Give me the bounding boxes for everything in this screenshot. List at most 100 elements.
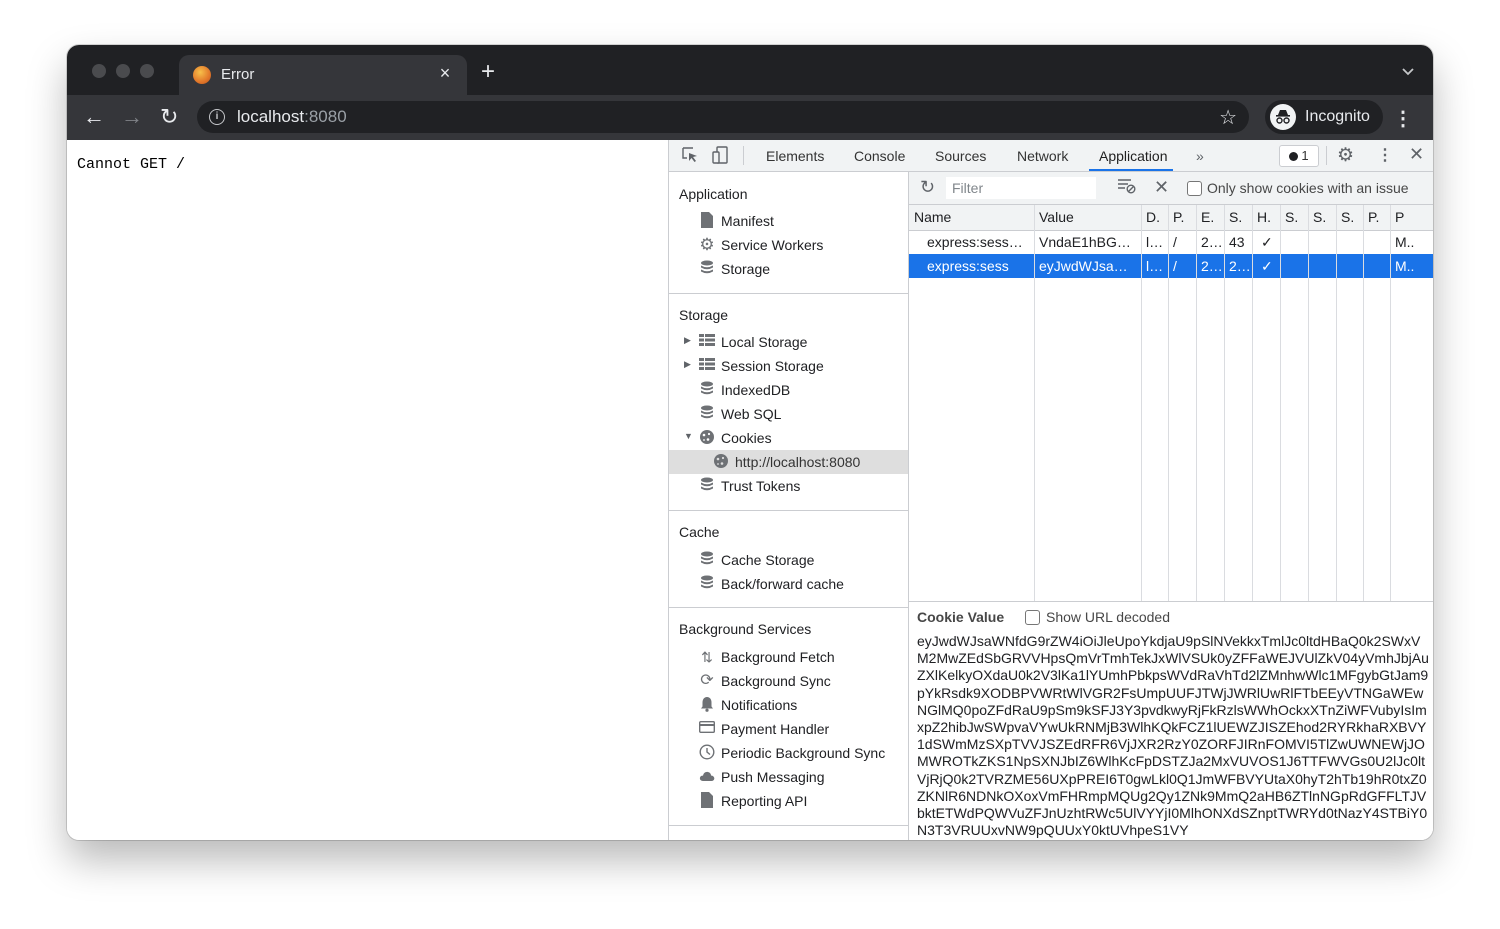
cell-httponly: ✓ bbox=[1261, 258, 1273, 274]
cookie-value-pane: Cookie Value Show URL decoded eyJwdWJsaW… bbox=[909, 601, 1433, 840]
table-row-selected[interactable]: express:sess eyJwdWJsa… l… / 2… 2… ✓ M.. bbox=[909, 254, 1433, 278]
column-divider[interactable] bbox=[1252, 205, 1253, 601]
sidebar-item-label: Session Storage bbox=[721, 358, 824, 374]
tab-application[interactable]: Application bbox=[1099, 148, 1168, 164]
cookie-icon bbox=[698, 429, 716, 447]
column-header-expires[interactable]: E. bbox=[1196, 205, 1224, 229]
sidebar-item-label: Trust Tokens bbox=[721, 478, 801, 494]
sidebar-item-local-storage[interactable]: ▶ Local Storage bbox=[669, 330, 908, 354]
section-title-storage: Storage bbox=[679, 307, 729, 323]
sidebar-item-indexeddb[interactable]: IndexedDB bbox=[669, 378, 908, 402]
sidebar-item-background-fetch[interactable]: ⇅ Background Fetch bbox=[669, 645, 908, 669]
site-info-icon[interactable]: i bbox=[209, 109, 225, 125]
column-divider[interactable] bbox=[1363, 205, 1364, 601]
browser-menu-icon[interactable]: ⋮ bbox=[1393, 106, 1413, 131]
column-divider[interactable] bbox=[1168, 205, 1169, 601]
settings-gear-icon[interactable]: ⚙ bbox=[1337, 144, 1354, 167]
sidebar-item-trust-tokens[interactable]: Trust Tokens bbox=[669, 474, 908, 498]
issues-count: 1 bbox=[1301, 148, 1309, 163]
sidebar-item-cookies[interactable]: ▼ Cookies bbox=[669, 426, 908, 450]
close-window-button[interactable] bbox=[92, 64, 106, 78]
column-divider[interactable] bbox=[1308, 205, 1309, 601]
inspect-element-icon[interactable] bbox=[681, 146, 699, 169]
cell-value: eyJwdWJsa… bbox=[1039, 258, 1128, 274]
cookie-value-text[interactable]: eyJwdWJsaWNfdG9rZW4iOiJleUpoYkdjaU9pSlNV… bbox=[917, 633, 1432, 839]
favicon-icon bbox=[193, 66, 211, 84]
more-tabs-button[interactable]: » bbox=[1196, 148, 1204, 164]
tab-console[interactable]: Console bbox=[854, 148, 905, 164]
column-header-secure[interactable]: S. bbox=[1280, 205, 1308, 229]
forward-arrow-icon[interactable]: → bbox=[121, 105, 143, 129]
bookmark-star-icon[interactable]: ☆ bbox=[1219, 105, 1237, 130]
sidebar-item-session-storage[interactable]: ▶ Session Storage bbox=[669, 354, 908, 378]
sidebar-item-push-messaging[interactable]: Push Messaging bbox=[669, 765, 908, 789]
column-header-partition-key[interactable]: P. bbox=[1363, 205, 1390, 229]
database-icon bbox=[698, 477, 716, 495]
sidebar-item-label: Storage bbox=[721, 261, 771, 277]
database-icon bbox=[698, 260, 716, 278]
column-header-domain[interactable]: D. bbox=[1141, 205, 1168, 229]
credit-card-icon bbox=[698, 720, 716, 738]
clear-all-cookies-icon[interactable]: ✕ bbox=[1154, 177, 1169, 198]
minimize-window-button[interactable] bbox=[116, 64, 130, 78]
sidebar-item-manifest[interactable]: Manifest bbox=[669, 209, 908, 233]
column-header-name[interactable]: Name bbox=[909, 205, 1034, 229]
tab-network[interactable]: Network bbox=[1017, 148, 1068, 164]
expand-arrow-icon[interactable]: ▶ bbox=[684, 335, 691, 346]
sidebar-item-cookie-origin[interactable]: http://localhost:8080 bbox=[669, 450, 908, 474]
tab-elements[interactable]: Elements bbox=[766, 148, 824, 164]
sidebar-item-payment-handler[interactable]: Payment Handler bbox=[669, 717, 908, 741]
column-divider[interactable] bbox=[1336, 205, 1337, 601]
sidebar-item-storage[interactable]: Storage bbox=[669, 257, 908, 281]
sidebar-item-label: Cache Storage bbox=[721, 552, 815, 568]
sidebar-item-label: Back/forward cache bbox=[721, 576, 844, 592]
sidebar-item-background-sync[interactable]: ⟳ Background Sync bbox=[669, 669, 908, 693]
incognito-profile-button[interactable]: Incognito bbox=[1265, 100, 1383, 134]
close-devtools-icon[interactable]: ✕ bbox=[1409, 144, 1424, 165]
sidebar-item-web-sql[interactable]: Web SQL bbox=[669, 402, 908, 426]
database-icon bbox=[698, 381, 716, 399]
sidebar-item-label: Reporting API bbox=[721, 793, 808, 809]
sidebar-item-periodic-background-sync[interactable]: Periodic Background Sync bbox=[669, 741, 908, 765]
sidebar-item-service-workers[interactable]: ⚙ Service Workers bbox=[669, 233, 908, 257]
column-divider[interactable] bbox=[1141, 205, 1142, 601]
table-row[interactable]: express:sess… VndaE1hBG… l… / 2… 43 ✓ M.… bbox=[909, 230, 1433, 254]
new-tab-button[interactable]: + bbox=[481, 60, 495, 84]
tab-sources[interactable]: Sources bbox=[935, 148, 986, 164]
zoom-window-button[interactable] bbox=[140, 64, 154, 78]
address-bar[interactable]: i localhost:8080 ☆ bbox=[197, 101, 1249, 133]
refresh-icon[interactable]: ↻ bbox=[920, 177, 935, 198]
collapse-arrow-icon[interactable]: ▼ bbox=[684, 431, 693, 441]
column-divider[interactable] bbox=[1196, 205, 1197, 601]
only-issues-checkbox[interactable] bbox=[1187, 181, 1202, 196]
devtools-menu-icon[interactable]: ⋮ bbox=[1377, 145, 1393, 165]
column-divider[interactable] bbox=[1280, 205, 1281, 601]
sidebar-item-back-forward-cache[interactable]: Back/forward cache bbox=[669, 572, 908, 596]
tab-title: Error bbox=[221, 66, 255, 83]
browser-tab[interactable]: Error × bbox=[179, 55, 467, 97]
device-toolbar-icon[interactable] bbox=[711, 146, 729, 169]
sidebar-item-reporting-api[interactable]: Reporting API bbox=[669, 789, 908, 813]
column-header-httponly[interactable]: H. bbox=[1252, 205, 1280, 229]
sidebar-item-cache-storage[interactable]: Cache Storage bbox=[669, 548, 908, 572]
column-header-path[interactable]: P. bbox=[1168, 205, 1196, 229]
clear-filtered-cookies-icon[interactable] bbox=[1117, 178, 1137, 198]
column-header-value[interactable]: Value bbox=[1034, 205, 1141, 229]
column-header-size[interactable]: S. bbox=[1224, 205, 1252, 229]
column-divider[interactable] bbox=[1034, 205, 1035, 601]
sidebar-item-notifications[interactable]: Notifications bbox=[669, 693, 908, 717]
back-arrow-icon[interactable]: ← bbox=[83, 105, 105, 129]
reload-icon[interactable]: ↻ bbox=[160, 105, 178, 129]
column-header-sameparty[interactable]: S. bbox=[1336, 205, 1363, 229]
expand-arrow-icon[interactable]: ▶ bbox=[684, 359, 691, 370]
column-header-samesite[interactable]: S. bbox=[1308, 205, 1336, 229]
filter-input[interactable] bbox=[946, 177, 1096, 199]
tab-close-icon[interactable]: × bbox=[435, 63, 455, 84]
issues-counter-button[interactable]: 1 bbox=[1279, 145, 1319, 167]
page-content: Cannot GET / bbox=[67, 140, 667, 840]
show-url-decoded-checkbox[interactable] bbox=[1025, 610, 1040, 625]
column-divider[interactable] bbox=[1390, 205, 1391, 601]
column-header-priority[interactable]: P bbox=[1390, 205, 1433, 229]
column-divider[interactable] bbox=[1224, 205, 1225, 601]
tab-search-chevron-icon[interactable] bbox=[1401, 64, 1415, 80]
